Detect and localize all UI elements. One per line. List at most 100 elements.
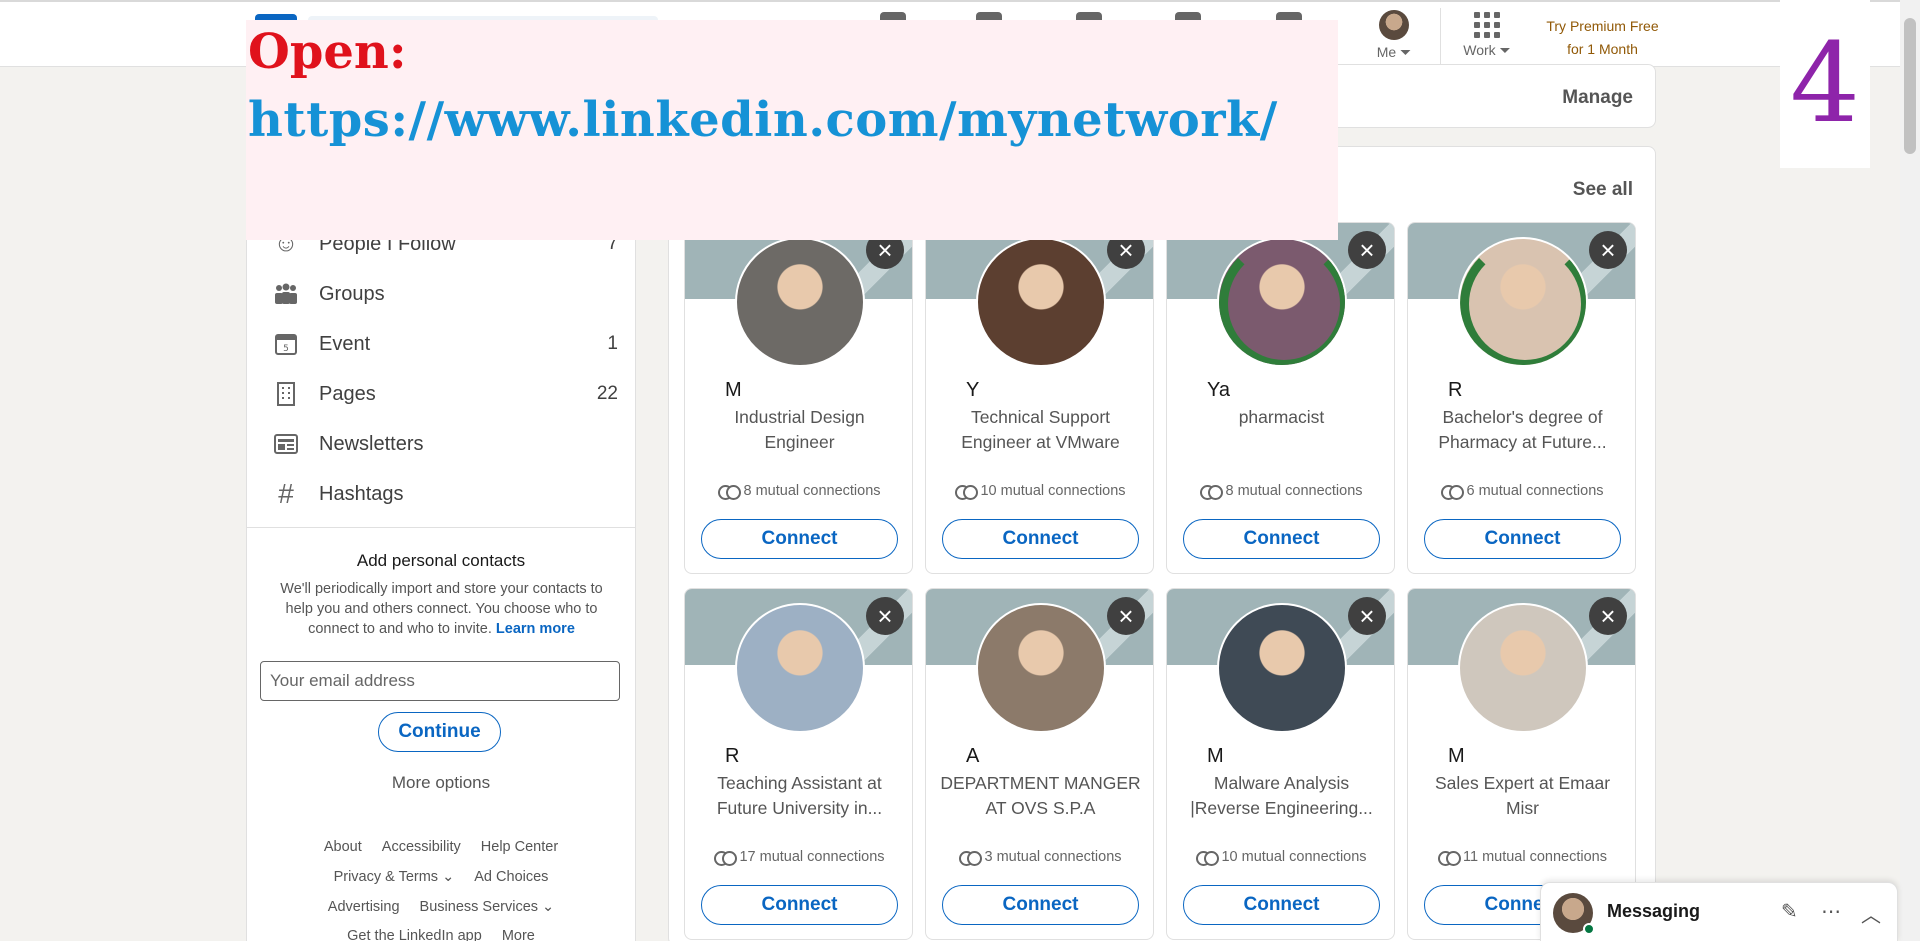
chevron-up-icon[interactable]: ︿ — [1861, 899, 1881, 928]
avatar[interactable] — [1458, 603, 1588, 733]
sidebar-item-groups[interactable]: Groups — [273, 274, 618, 314]
person-card[interactable]: × A DEPARTMENT MANGER AT OVS S.P.A 3 mutual… — [925, 588, 1154, 940]
mutual-connections-icon — [1196, 851, 1220, 867]
sidebar-item-hashtags[interactable]: # Hashtags — [273, 474, 618, 514]
premium-line-1: Try Premium Free — [1546, 18, 1659, 34]
footer-row: Get the LinkedIn app More — [247, 928, 635, 941]
work-menu[interactable]: Work ⏷ — [1455, 12, 1519, 59]
avatar[interactable] — [1217, 237, 1347, 367]
email-field[interactable] — [260, 661, 620, 701]
connect-button[interactable]: Connect — [701, 519, 898, 559]
avatar[interactable] — [1217, 603, 1347, 733]
footer-row: About Accessibility Help Center — [247, 839, 635, 855]
person-name[interactable]: Ya — [1207, 379, 1230, 402]
online-status-icon — [1583, 923, 1595, 935]
person-name[interactable]: M — [1448, 745, 1465, 768]
person-name[interactable]: A — [966, 745, 979, 768]
dismiss-icon[interactable]: × — [1589, 231, 1627, 269]
footer-row: Advertising Business Services ⌄ — [247, 899, 635, 915]
premium-link[interactable]: Try Premium Free for 1 Month — [1540, 15, 1665, 61]
mutual-connections-icon — [1200, 485, 1224, 501]
footer-link-get-app[interactable]: Get the LinkedIn app — [347, 928, 482, 941]
person-card[interactable]: × Y Technical Support Engineer at VMware 10… — [925, 222, 1154, 574]
mutual-connections-icon — [1441, 485, 1465, 501]
dismiss-icon[interactable]: × — [1589, 597, 1627, 635]
footer-link-advertising[interactable]: Advertising — [328, 899, 400, 915]
dismiss-icon[interactable]: × — [1348, 231, 1386, 269]
footer-link-business-services[interactable]: Business Services ⌄ — [420, 899, 555, 915]
connect-button[interactable]: Connect — [1183, 885, 1380, 925]
me-menu[interactable]: Me ⏷ — [1365, 8, 1423, 61]
person-card[interactable]: × M Industrial Design Engineer 8 mutual con… — [684, 222, 913, 574]
messaging-bar[interactable]: Messaging ✎ ⋯ ︿ — [1540, 882, 1898, 941]
person-card[interactable]: × R Teaching Assistant at Future Universit… — [684, 588, 913, 940]
mutual-connections-text: 8 mutual connections — [1225, 483, 1363, 499]
avatar[interactable] — [976, 603, 1106, 733]
person-name[interactable]: R — [725, 745, 739, 768]
avatar[interactable] — [735, 603, 865, 733]
mutual-connections[interactable]: 10 mutual connections — [926, 483, 1153, 501]
person-name[interactable]: R — [1448, 379, 1462, 402]
building-icon — [273, 381, 299, 407]
sidebar-item-pages[interactable]: Pages 22 — [273, 374, 618, 414]
person-name[interactable]: Y — [966, 379, 979, 402]
footer-link-more[interactable]: More — [502, 928, 535, 941]
mutual-connections[interactable]: 17 mutual connections — [685, 849, 912, 867]
mutual-connections[interactable]: 8 mutual connections — [685, 483, 912, 501]
open-to-work-ring — [1219, 239, 1345, 365]
connect-button[interactable]: Connect — [942, 519, 1139, 559]
more-options-link[interactable]: More options — [247, 773, 635, 793]
connect-button[interactable]: Connect — [1424, 519, 1621, 559]
dismiss-icon[interactable]: × — [866, 597, 904, 635]
mutual-connections[interactable]: 3 mutual connections — [926, 849, 1153, 867]
person-name[interactable]: M — [1207, 745, 1224, 768]
dismiss-icon[interactable]: × — [1107, 597, 1145, 635]
sidebar-item-label: Pages — [319, 382, 376, 405]
footer-link-help-center[interactable]: Help Center — [481, 839, 558, 855]
avatar — [1379, 10, 1409, 40]
mutual-connections[interactable]: 10 mutual connections — [1167, 849, 1394, 867]
person-card[interactable]: × Ya pharmacist 8 mutual connections Connect — [1166, 222, 1395, 574]
sidebar-item-label: Newsletters — [319, 432, 424, 455]
scrollbar-thumb[interactable] — [1904, 18, 1916, 154]
person-headline: pharmacist — [1238, 407, 1325, 427]
footer-link-privacy-terms[interactable]: Privacy & Terms ⌄ — [334, 869, 455, 885]
avatar[interactable] — [976, 237, 1106, 367]
sidebar-item-newsletters[interactable]: Newsletters — [273, 424, 618, 464]
mutual-connections[interactable]: 11 mutual connections — [1408, 849, 1635, 867]
premium-line-2: for 1 Month — [1567, 41, 1638, 57]
manage-link[interactable]: Manage — [1562, 87, 1633, 109]
connect-button[interactable]: Connect — [1183, 519, 1380, 559]
mutual-connections-icon — [1437, 851, 1461, 867]
connect-button[interactable]: Connect — [942, 885, 1139, 925]
avatar[interactable] — [735, 237, 865, 367]
sidebar-divider — [247, 527, 635, 528]
connect-button[interactable]: Connect — [701, 885, 898, 925]
dismiss-icon[interactable]: × — [1348, 597, 1386, 635]
avatar[interactable] — [1458, 237, 1588, 367]
footer-link-accessibility[interactable]: Accessibility — [382, 839, 461, 855]
mutual-connections[interactable]: 8 mutual connections — [1167, 483, 1394, 501]
mutual-connections-text: 17 mutual connections — [739, 849, 885, 865]
newsletter-icon — [273, 431, 299, 457]
more-options-icon[interactable]: ⋯ — [1821, 899, 1841, 924]
banner-url: https://www.linkedin.com/mynetwork/ — [248, 92, 1278, 148]
see-all-link[interactable]: See all — [1573, 179, 1633, 201]
svg-text:5: 5 — [283, 344, 289, 354]
learn-more-link[interactable]: Learn more — [496, 621, 575, 637]
mutual-connections-icon — [955, 485, 979, 501]
mutual-connections[interactable]: 6 mutual connections — [1408, 483, 1635, 501]
sidebar-item-event[interactable]: 5 Event 1 — [273, 324, 618, 364]
compose-icon[interactable]: ✎ — [1781, 899, 1798, 924]
person-headline: Teaching Assistant at Future University … — [716, 773, 883, 818]
page-scrollbar[interactable] — [1900, 0, 1920, 941]
person-card[interactable]: × R Bachelor's degree of Pharmacy at Futur… — [1407, 222, 1636, 574]
person-name[interactable]: M — [725, 379, 742, 402]
mutual-connections-text: 10 mutual connections — [980, 483, 1126, 499]
person-headline: Industrial Design Engineer — [734, 407, 865, 452]
person-card[interactable]: × M Malware Analysis |Reverse Engineering.… — [1166, 588, 1395, 940]
continue-button[interactable]: Continue — [378, 712, 501, 752]
footer-link-ad-choices[interactable]: Ad Choices — [474, 869, 548, 885]
footer-link-about[interactable]: About — [324, 839, 362, 855]
mutual-connections-text: 6 mutual connections — [1466, 483, 1604, 499]
